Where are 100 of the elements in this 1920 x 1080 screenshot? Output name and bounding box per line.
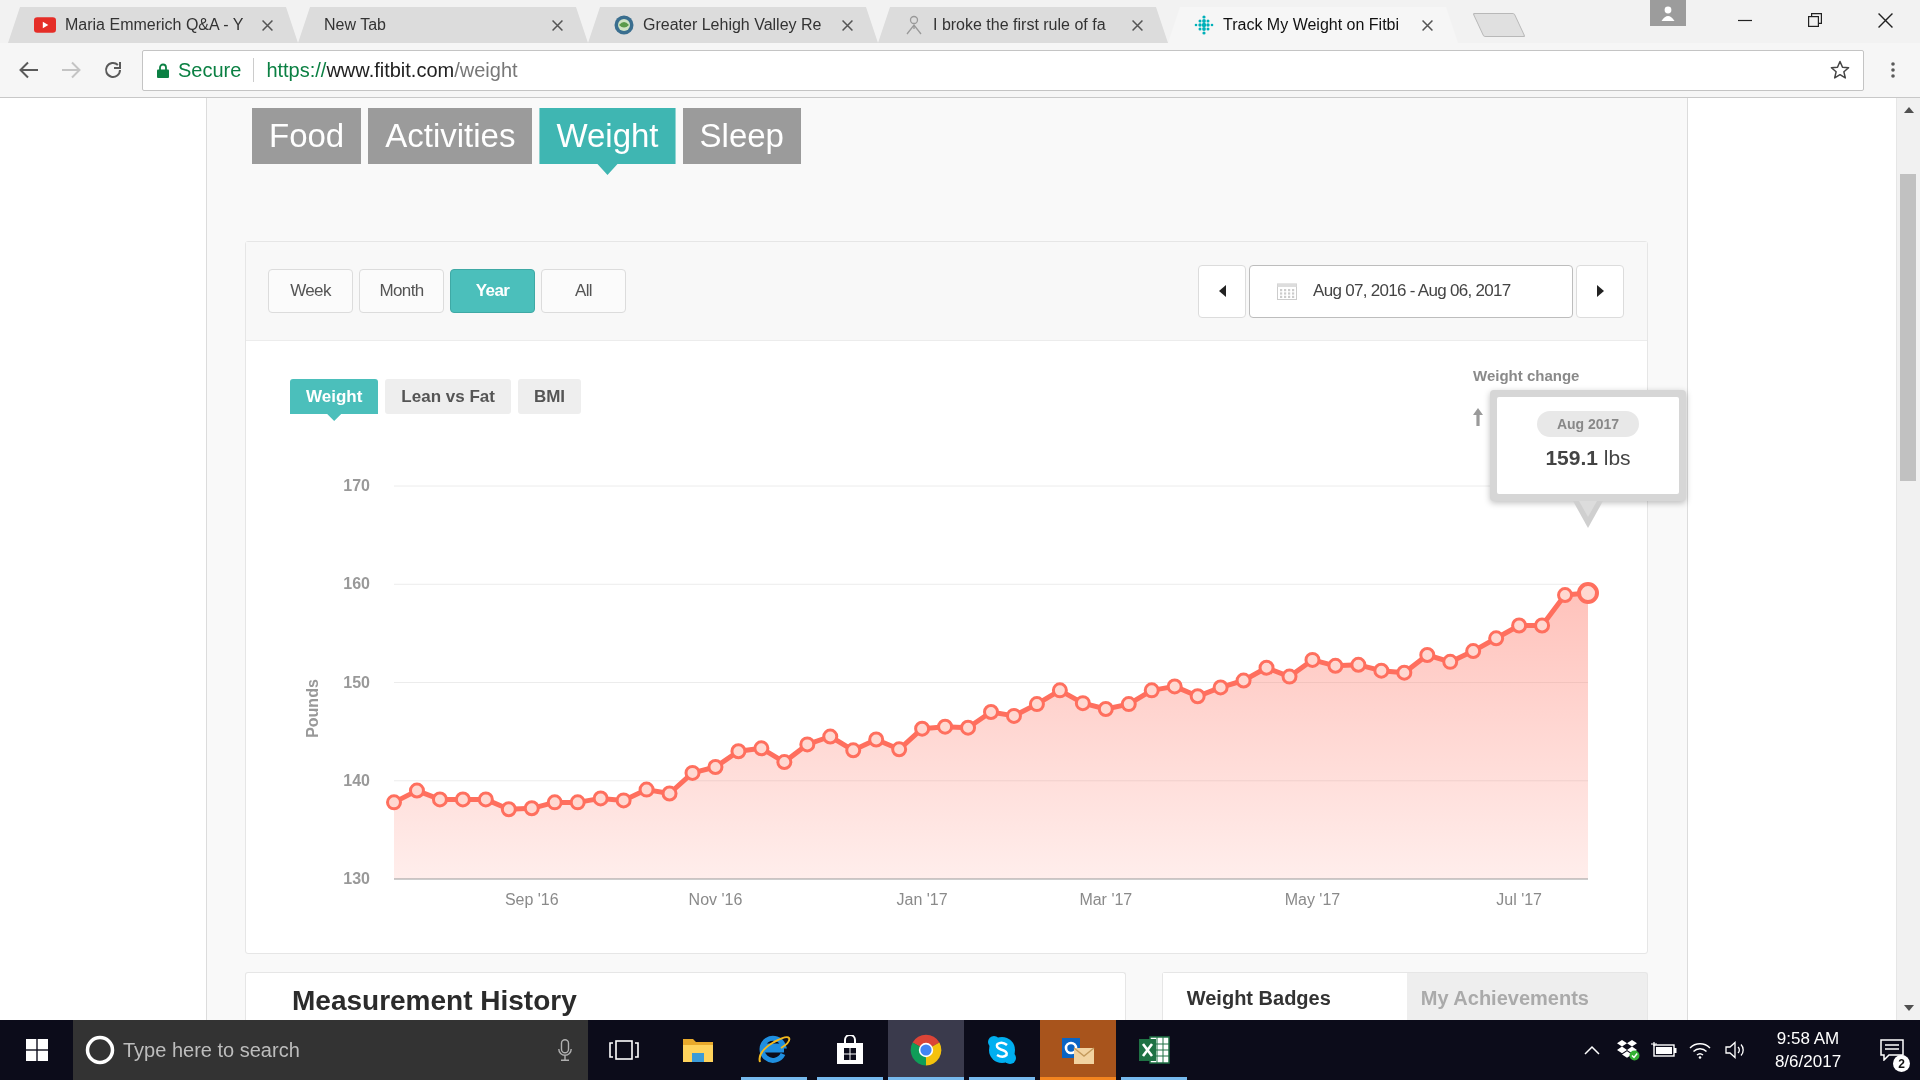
date-range-field[interactable]: Aug 07, 2016 - Aug 06, 2017 xyxy=(1249,264,1573,318)
range-button[interactable]: Week xyxy=(268,269,353,313)
data-point xyxy=(386,794,402,811)
data-point xyxy=(454,791,471,808)
browser-tab[interactable]: New Tab xyxy=(298,7,588,43)
data-point xyxy=(1028,696,1045,713)
close-icon xyxy=(261,19,273,31)
section-title: Measurement History xyxy=(292,985,577,1016)
range-button[interactable]: Month xyxy=(359,269,444,313)
data-point xyxy=(1235,672,1252,689)
weight-change-label: Weight change xyxy=(1473,367,1580,384)
close-icon xyxy=(551,19,563,31)
data-point xyxy=(1120,696,1137,713)
microphone-icon xyxy=(558,1039,572,1061)
data-point xyxy=(1465,643,1482,660)
star-icon xyxy=(1830,60,1850,80)
speech-bubble-icon xyxy=(1880,1039,1904,1061)
person-silhouette-icon xyxy=(1660,5,1676,21)
browser-tab[interactable]: Track My Weight on Fitbi xyxy=(1168,7,1458,43)
y-axis-label: 130 xyxy=(343,870,370,887)
folder-icon xyxy=(682,1036,714,1064)
lock-icon xyxy=(157,62,169,78)
data-point xyxy=(1281,668,1298,685)
browser-tab[interactable]: Greater Lehigh Valley Re xyxy=(588,7,878,43)
close-icon xyxy=(841,19,853,31)
x-axis-label: Sep '16 xyxy=(504,891,559,908)
data-point xyxy=(1166,678,1183,695)
ring-icon xyxy=(85,1035,115,1065)
person-icon xyxy=(904,15,924,35)
arrow-up-icon xyxy=(1473,408,1483,426)
notification-count: 2 xyxy=(1893,1055,1910,1072)
round-logo-icon xyxy=(910,1034,942,1066)
close-icon xyxy=(1877,12,1893,28)
browser-tab[interactable]: Maria Emmerich Q&A - Y xyxy=(8,7,298,43)
browser-tab[interactable]: I broke the first rule of fa xyxy=(878,7,1168,43)
data-point xyxy=(1143,682,1160,699)
address-bar[interactable]: Secure https://www.fitbit.com/weight xyxy=(142,49,1864,91)
arrow-right-icon xyxy=(61,61,81,79)
menu-dots-icon xyxy=(1891,62,1895,78)
data-point xyxy=(569,794,586,811)
data-point xyxy=(1396,664,1413,681)
data-point xyxy=(1212,679,1229,696)
data-point xyxy=(983,704,999,720)
data-point xyxy=(477,791,494,808)
data-point xyxy=(1074,695,1091,712)
x-axis-label: Mar '17 xyxy=(1079,891,1133,908)
data-point xyxy=(1488,630,1505,647)
wifi-icon xyxy=(1689,1041,1711,1059)
data-point xyxy=(615,792,632,809)
data-point xyxy=(1258,659,1275,676)
scrollbar-thumb[interactable] xyxy=(1900,174,1916,481)
data-point xyxy=(661,785,678,802)
profile-button[interactable] xyxy=(1650,0,1686,26)
data-point xyxy=(799,736,816,753)
highlighted-data-point xyxy=(1577,582,1599,605)
search-box[interactable]: Type here to search xyxy=(73,1020,588,1080)
chevron-up-icon xyxy=(1584,1045,1600,1055)
tooltip-date-label: Aug 2017 xyxy=(1536,411,1640,438)
data-point xyxy=(937,718,954,735)
y-axis-label: 170 xyxy=(343,477,370,494)
data-point xyxy=(592,790,609,807)
y-axis-label: 140 xyxy=(343,771,370,789)
data-point xyxy=(638,781,655,798)
task-view-icon xyxy=(609,1040,639,1060)
data-point xyxy=(891,741,908,758)
box-logo-icon xyxy=(1616,1039,1640,1061)
chart-tab[interactable]: BMI xyxy=(517,379,582,414)
clock-button[interactable]: 9:58 AM 8/6/2017 xyxy=(1762,1027,1854,1073)
spreadsheet-icon xyxy=(1138,1035,1170,1065)
notifications-button[interactable]: 2 xyxy=(1868,1020,1916,1080)
data-point xyxy=(845,742,862,759)
data-point xyxy=(914,720,931,737)
triangle-right-icon xyxy=(1596,285,1604,297)
range-button[interactable]: All xyxy=(541,269,626,313)
search-field[interactable]: Type here to search xyxy=(123,1038,550,1062)
security-label: Secure xyxy=(178,58,242,82)
badge-tab[interactable]: Weight Badges xyxy=(1162,973,1407,1020)
speaker-icon xyxy=(1725,1041,1747,1059)
y-axis-label: 150 xyxy=(343,673,370,691)
close-icon xyxy=(1421,19,1433,31)
data-point xyxy=(960,719,977,736)
battery-icon xyxy=(1651,1042,1677,1058)
data-point xyxy=(1557,587,1574,604)
data-point xyxy=(753,740,770,757)
restore-icon xyxy=(1808,13,1822,27)
y-axis-label: 160 xyxy=(343,575,370,593)
x-axis-label: Jul '17 xyxy=(1496,891,1542,908)
chart-tab[interactable]: Lean vs Fat xyxy=(385,379,511,414)
x-axis-label: Jan '17 xyxy=(896,891,948,908)
data-point xyxy=(523,800,540,817)
data-point xyxy=(1373,662,1390,679)
data-point xyxy=(1511,617,1528,634)
data-point xyxy=(1189,688,1206,705)
calendar-icon xyxy=(1277,282,1297,300)
data-point xyxy=(684,764,701,781)
e-logo-icon xyxy=(757,1034,791,1066)
taskbar-button[interactable] xyxy=(888,1020,964,1080)
data-point xyxy=(500,801,517,818)
data-point xyxy=(1350,656,1367,673)
four-panes-logo-icon xyxy=(25,1039,48,1061)
